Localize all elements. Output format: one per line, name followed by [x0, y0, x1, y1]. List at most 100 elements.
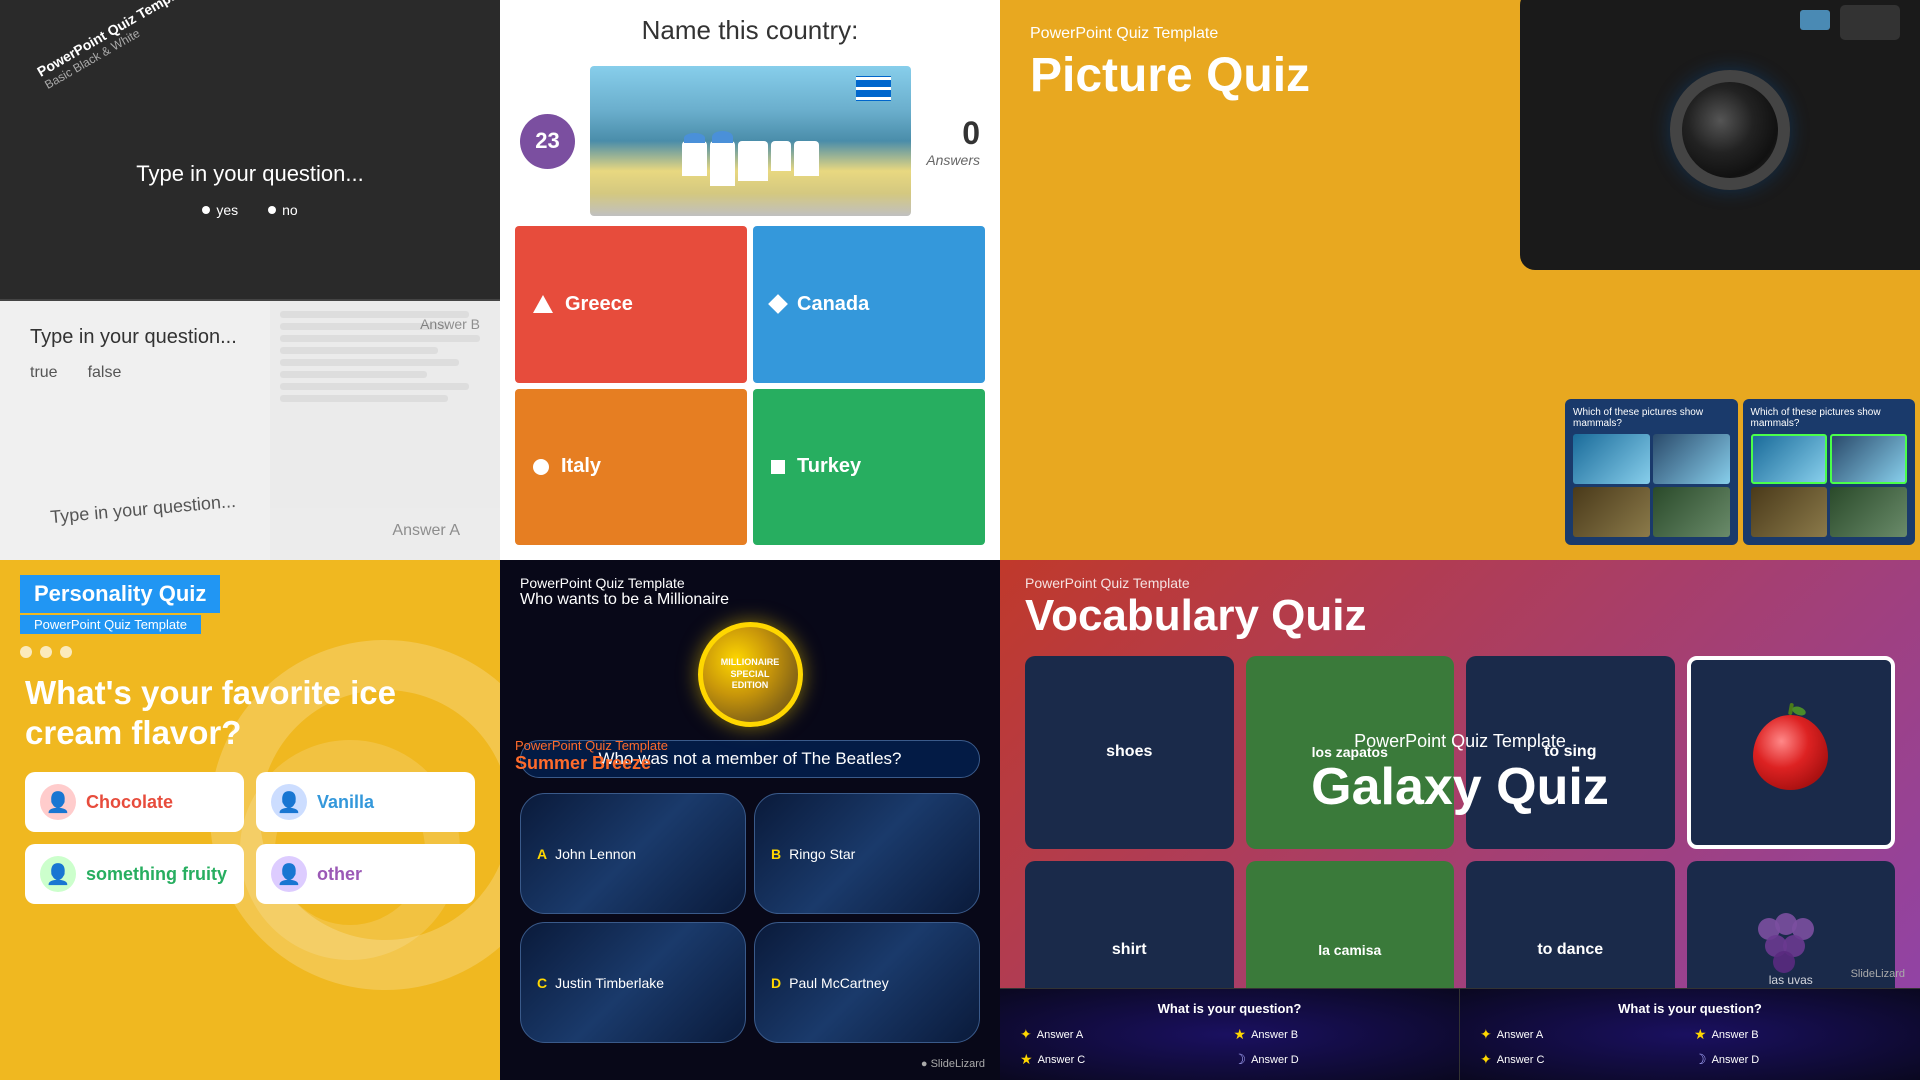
galaxy-q2-d: ☽ Answer D [1694, 1051, 1900, 1068]
mammal-card-2: Which of these pictures show mammals? [1743, 399, 1916, 545]
bw-true-label: true [30, 364, 58, 382]
chocolate-label: Chocolate [86, 792, 173, 813]
bw-option-yes: yes [202, 202, 238, 218]
galaxy-q1-a: ✦ Answer A [1020, 1026, 1226, 1043]
mill-letter-d: D [771, 975, 781, 991]
mammal-card-1-title: Which of these pictures show mammals? [1573, 407, 1730, 429]
other-label: other [317, 864, 362, 885]
mill-answer-d[interactable]: D Paul McCartney [754, 922, 980, 1043]
camera-screen [1800, 10, 1830, 30]
greece-score: 0 Answers [926, 115, 980, 168]
italy-label: Italy [561, 455, 601, 478]
cell-black-white: PowerPoint Quiz Template Basic Black & W… [0, 0, 500, 560]
answer-turkey[interactable]: Turkey [753, 389, 985, 546]
greece-title: Name this country: [520, 15, 980, 46]
galaxy-q2-answers: ✦ Answer A ★ Answer B ✦ Answer C ☽ Answe… [1480, 1026, 1900, 1068]
personality-title: Personality Quiz [20, 575, 220, 613]
greece-image [590, 66, 911, 216]
mill-answer-c[interactable]: C Justin Timberlake [520, 922, 746, 1043]
answer-canada[interactable]: Canada [753, 226, 985, 383]
personality-question-area: What's your favorite ice cream flavor? [0, 663, 500, 767]
dot-2 [40, 646, 52, 658]
personality-answer-fruity[interactable]: 👤 something fruity [25, 844, 244, 904]
mill-badge: ● SlideLizard [500, 1053, 1000, 1080]
galaxy-q2-a: ✦ Answer A [1480, 1026, 1686, 1043]
mill-header-text: PowerPoint Quiz Template [520, 575, 980, 591]
lizard-unselected [1830, 487, 1907, 537]
galaxy-badge: SlideLizard [1851, 968, 1905, 980]
mill-answer-b[interactable]: B Ringo Star [754, 793, 980, 914]
galaxy-title-small: PowerPoint Quiz Template [1354, 731, 1566, 752]
galaxy-q2-title: What is your question? [1480, 1001, 1900, 1016]
personality-answer-vanilla[interactable]: 👤 Vanilla [256, 772, 475, 832]
galaxy-q1-d-text: Answer D [1251, 1054, 1299, 1066]
bw-type-in: Type in your question... [49, 491, 236, 528]
mill-letter-c: C [537, 975, 547, 991]
galaxy-main: PowerPoint Quiz Template Galaxy Quiz Sli… [1000, 560, 1920, 988]
picture-quiz-camera-area: Which of these pictures show mammals? Wh… [1560, 0, 1920, 560]
galaxy-q1: What is your question? ✦ Answer A ★ Answ… [1000, 989, 1460, 1080]
fruity-label: something fruity [86, 864, 227, 885]
vanilla-label: Vanilla [317, 792, 374, 813]
mill-logo-area: MILLIONAIRE SPECIAL EDITION [500, 622, 1000, 727]
diamond-icon [768, 294, 788, 314]
answer-italy[interactable]: Italy [515, 389, 747, 546]
dolphin-img [1573, 434, 1650, 484]
personality-answer-other[interactable]: 👤 other [256, 844, 475, 904]
galaxy-q1-c-text: Answer C [1038, 1054, 1086, 1066]
galaxy-title-large: Galaxy Quiz [1311, 757, 1609, 817]
bw-false-label: false [88, 364, 122, 382]
picture-quiz-small-title: PowerPoint Quiz Template [1030, 25, 1530, 43]
square-icon [771, 460, 785, 474]
personality-question: What's your favorite ice cream flavor? [25, 673, 475, 752]
personality-answer-chocolate[interactable]: 👤 Chocolate [25, 772, 244, 832]
avatar-fruity: 👤 [40, 856, 76, 892]
shark-selected [1830, 434, 1907, 484]
avatar-other: 👤 [271, 856, 307, 892]
mammal-card-1: Which of these pictures show mammals? [1565, 399, 1738, 545]
dot-3 [60, 646, 72, 658]
bw-option-no: no [268, 202, 298, 218]
galaxy-q2-d-text: Answer D [1712, 1054, 1760, 1066]
personality-answers-grid: 👤 Chocolate 👤 Vanilla 👤 something fruity… [0, 767, 500, 924]
dolphin-selected [1751, 434, 1828, 484]
circle-icon [533, 459, 549, 475]
picture-quiz-large-title: Picture Quiz [1030, 48, 1530, 103]
dot-1 [20, 646, 32, 658]
greece-header: Name this country: [500, 0, 1000, 61]
cell-picture-quiz: PowerPoint Quiz Template Picture Quiz Wh… [1000, 0, 1920, 560]
answer-greece[interactable]: Greece [515, 226, 747, 383]
shark-img [1653, 434, 1730, 484]
mill-header-title: Who wants to be a Millionaire [520, 591, 980, 609]
bw-bottom-panel: Type in your question... true false Answ… [0, 301, 500, 560]
galaxy-q2-c: ✦ Answer C [1480, 1051, 1686, 1068]
avatar-vanilla: 👤 [271, 784, 307, 820]
triangle-icon [533, 295, 553, 313]
mill-letter-a: A [537, 846, 547, 862]
camera-body [1520, 0, 1920, 270]
summer-template-label: PowerPoint Quiz Template [515, 738, 985, 753]
star-icon-4: ✦ [1480, 1026, 1492, 1043]
millionaire-logo: MILLIONAIRE SPECIAL EDITION [698, 622, 803, 727]
galaxy-q1-c: ★ Answer C [1020, 1051, 1226, 1068]
mill-letter-b: B [771, 846, 781, 862]
picture-quiz-info: PowerPoint Quiz Template Picture Quiz [1000, 0, 1560, 560]
millionaire-answers: A John Lennon B Ringo Star C Justin Timb… [500, 783, 1000, 1053]
personality-subtitle: PowerPoint Quiz Template [20, 615, 201, 634]
galaxy-q2-c-text: Answer C [1497, 1054, 1545, 1066]
galaxy-q2-b: ★ Answer B [1694, 1026, 1900, 1043]
cell-personality-quiz: Personality Quiz PowerPoint Quiz Templat… [0, 560, 500, 1080]
summer-text-area: PowerPoint Quiz Template Summer Breeze [515, 738, 985, 774]
galaxy-q1-b-text: Answer B [1251, 1029, 1298, 1041]
greece-content-row: 23 [500, 61, 1000, 226]
galaxy-q1-title: What is your question? [1020, 1001, 1439, 1016]
turkey-label: Turkey [797, 455, 861, 478]
galaxy-q1-a-text: Answer A [1037, 1029, 1083, 1041]
greece-answers: Greece Canada Italy Turkey [500, 226, 1000, 560]
camera-flash [1840, 5, 1900, 40]
star-icon-1: ✦ [1020, 1026, 1032, 1043]
mill-answer-a[interactable]: A John Lennon [520, 793, 746, 914]
galaxy-q2-b-text: Answer B [1712, 1029, 1759, 1041]
cell-millionaire: PowerPoint Quiz Template Who wants to be… [500, 560, 1000, 1080]
bw-top-panel: PowerPoint Quiz Template Basic Black & W… [0, 0, 500, 301]
